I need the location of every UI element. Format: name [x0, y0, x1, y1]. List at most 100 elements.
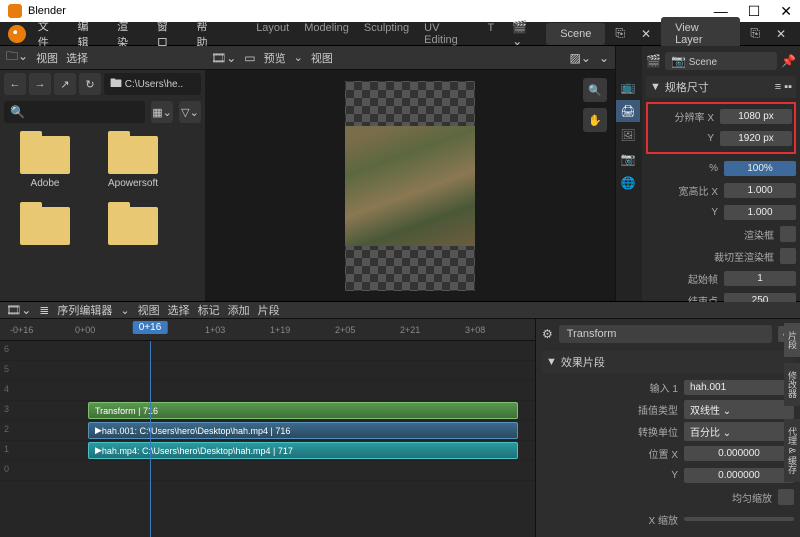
fb-menu-view[interactable]: 视图 [36, 50, 58, 66]
viewlayer-delete-icon[interactable]: ✕ [770, 24, 792, 44]
percent-input[interactable]: 100% [724, 161, 796, 176]
panel-dimensions-header[interactable]: ▼ 规格尺寸≡ ▪▪ [646, 76, 796, 98]
pos-x-label: 位置 X [542, 446, 684, 461]
nav-refresh-icon[interactable]: ↻ [79, 73, 101, 95]
sidetab-proxy[interactable]: 代理 & 缓存 [784, 419, 800, 482]
seq-menu-select[interactable]: 选择 [168, 302, 190, 318]
start-frame-input[interactable]: 1 [724, 271, 796, 286]
strip-properties-panel: ⚙ Transform ✓ ▼ 效果片段 输入 1hah.001 插值类型双线性… [535, 319, 800, 537]
viewlayer-new-icon[interactable]: ⎘ [744, 23, 766, 44]
scene-link-icon[interactable]: 🎬 [646, 54, 661, 68]
start-frame-label: 起始帧 [646, 271, 724, 286]
playhead-label: 0+16 [133, 321, 168, 334]
prop-tab-viewlayer-icon[interactable]: 🖼 [616, 124, 640, 146]
folder-item[interactable] [98, 207, 168, 249]
filebrowser-editor-icon[interactable]: 🗀⌄ [6, 47, 28, 68]
transparency-checker [345, 81, 475, 291]
prop-tab-render-icon[interactable]: 📺 [616, 76, 640, 98]
preview-panel: 🎞⌄ ▭ 预览⌄ 视图 ▨⌄ ⌄ 🔍 ✋ [205, 46, 615, 301]
scene-delete-icon[interactable]: ✕ [635, 24, 657, 44]
render-border-checkbox[interactable] [780, 226, 796, 242]
sidetab-strip[interactable]: 片段 [784, 323, 800, 357]
nav-up-icon[interactable]: ↗ [54, 73, 76, 95]
sequencer-editor-icon[interactable]: 🎞⌄ [211, 51, 236, 65]
file-list[interactable]: Adobe Apowersoft [0, 126, 205, 301]
uniform-scale-checkbox[interactable] [778, 489, 794, 505]
preview-label[interactable]: 预览 [264, 50, 286, 66]
blender-logo-icon [8, 4, 22, 18]
aspect-y-label: Y [646, 207, 724, 218]
scene-new-icon[interactable]: ⎘ [609, 23, 631, 44]
folder-icon [108, 136, 158, 174]
interp-select[interactable]: 双线性 ⌄ [684, 400, 794, 419]
folder-item[interactable] [10, 207, 80, 249]
resolution-y-input[interactable]: 1920 px [720, 131, 792, 146]
filter-icon[interactable]: ▽⌄ [179, 101, 201, 123]
video-frame-preview [345, 126, 475, 246]
blender-icon[interactable] [8, 25, 26, 43]
display-mode-icon[interactable]: ▦⌄ [151, 101, 173, 123]
tab-sculpting[interactable]: Sculpting [358, 19, 415, 49]
percent-label: % [646, 163, 724, 174]
file-browser-panel: 🗀⌄ 视图 选择 ← → ↗ ↻ 🖿 C:\Users\he.. 🔍 ▦⌄ ▽⌄… [0, 46, 205, 301]
path-field[interactable]: 🖿 C:\Users\he.. [104, 73, 201, 95]
display-channels-icon[interactable]: ▨⌄ [570, 51, 591, 65]
fb-menu-select[interactable]: 选择 [66, 50, 88, 66]
strip-hah[interactable]: ▶ hah.mp4: C:\Users\hero\Desktop\hah.mp4… [88, 442, 518, 459]
seq-menu-strip[interactable]: 片段 [258, 302, 280, 318]
seq-menu-view[interactable]: 视图 [138, 302, 160, 318]
uniform-scale-label: 均匀缩放 [542, 490, 778, 505]
prop-tab-world-icon[interactable]: 🌐 [616, 172, 640, 194]
sidetab-modifiers[interactable]: 修改器 [784, 363, 800, 406]
effect-panel-header[interactable]: ▼ 效果片段 [542, 351, 794, 373]
strip-name-field[interactable]: Transform [559, 325, 772, 343]
playhead[interactable] [150, 341, 151, 537]
tab-modeling[interactable]: Modeling [298, 19, 355, 49]
crop-checkbox[interactable] [780, 248, 796, 264]
folder-item[interactable]: Adobe [10, 136, 80, 189]
scale-x-input[interactable] [684, 517, 794, 521]
pan-icon[interactable]: ✋ [583, 108, 607, 132]
scale-x-label: X 缩放 [542, 512, 684, 527]
resolution-y-label: Y [650, 133, 720, 144]
pos-x-input[interactable]: 0.000000 [684, 446, 794, 461]
preview-viewport[interactable]: 🔍 ✋ [205, 70, 615, 301]
resolution-x-input[interactable]: 1080 px [720, 109, 792, 124]
strip-transform[interactable]: Transform | 716 [88, 402, 518, 419]
pos-y-input[interactable]: 0.000000 [684, 468, 794, 483]
timeline-ruler[interactable]: -0+16 0+00 0+16 1+03 1+19 2+05 2+21 3+08… [0, 319, 535, 341]
tab-layout[interactable]: Layout [250, 19, 295, 49]
nav-forward-icon[interactable]: → [29, 73, 51, 95]
zoom-icon[interactable]: 🔍 [583, 78, 607, 102]
sequencer-editor-icon[interactable]: 🎞⌄ [6, 303, 31, 317]
pv-menu-view[interactable]: 视图 [311, 50, 333, 66]
crop-label: 裁切至渲染框 [646, 249, 780, 264]
strip-hah001[interactable]: ▶ hah.001: C:\Users\hero\Desktop\hah.mp4… [88, 422, 518, 439]
preview-mode-icon[interactable]: ▭ [244, 51, 255, 65]
pin-icon[interactable]: 📌 [781, 54, 796, 68]
folder-item[interactable]: Apowersoft [98, 136, 168, 189]
prop-tab-output-icon[interactable]: 🖨 [616, 100, 640, 122]
input1-label: 输入 1 [542, 380, 684, 395]
search-icon: 🔍 [10, 105, 25, 119]
nav-back-icon[interactable]: ← [4, 73, 26, 95]
tab-uv[interactable]: UV Editing [418, 19, 478, 49]
scene-name-field[interactable]: 📷 Scene [665, 52, 777, 70]
sequencer-mode-icon[interactable]: ≣ [39, 303, 49, 317]
folder-icon [108, 207, 158, 245]
search-input[interactable]: 🔍 [4, 101, 145, 123]
strip-type-icon[interactable]: ⚙ [542, 327, 553, 341]
tab-tex[interactable]: T [482, 19, 501, 49]
folder-icon [20, 136, 70, 174]
aspect-x-input[interactable]: 1.000 [724, 183, 796, 198]
scene-field[interactable]: Scene [546, 23, 605, 45]
timeline-tracks[interactable]: 6 5 4 3 Transform | 716 2 ▶ hah.001: C:\… [0, 341, 535, 537]
overlays-icon[interactable]: ⌄ [599, 51, 609, 65]
aspect-y-input[interactable]: 1.000 [724, 205, 796, 220]
seq-menu-marker[interactable]: 标记 [198, 302, 220, 318]
seq-menu-add[interactable]: 添加 [228, 302, 250, 318]
resolution-x-label: 分辨率 X [650, 109, 720, 124]
seq-editor-label[interactable]: 序列编辑器 [57, 302, 112, 318]
unit-select[interactable]: 百分比 ⌄ [684, 422, 794, 441]
prop-tab-scene-icon[interactable]: 📷 [616, 148, 640, 170]
